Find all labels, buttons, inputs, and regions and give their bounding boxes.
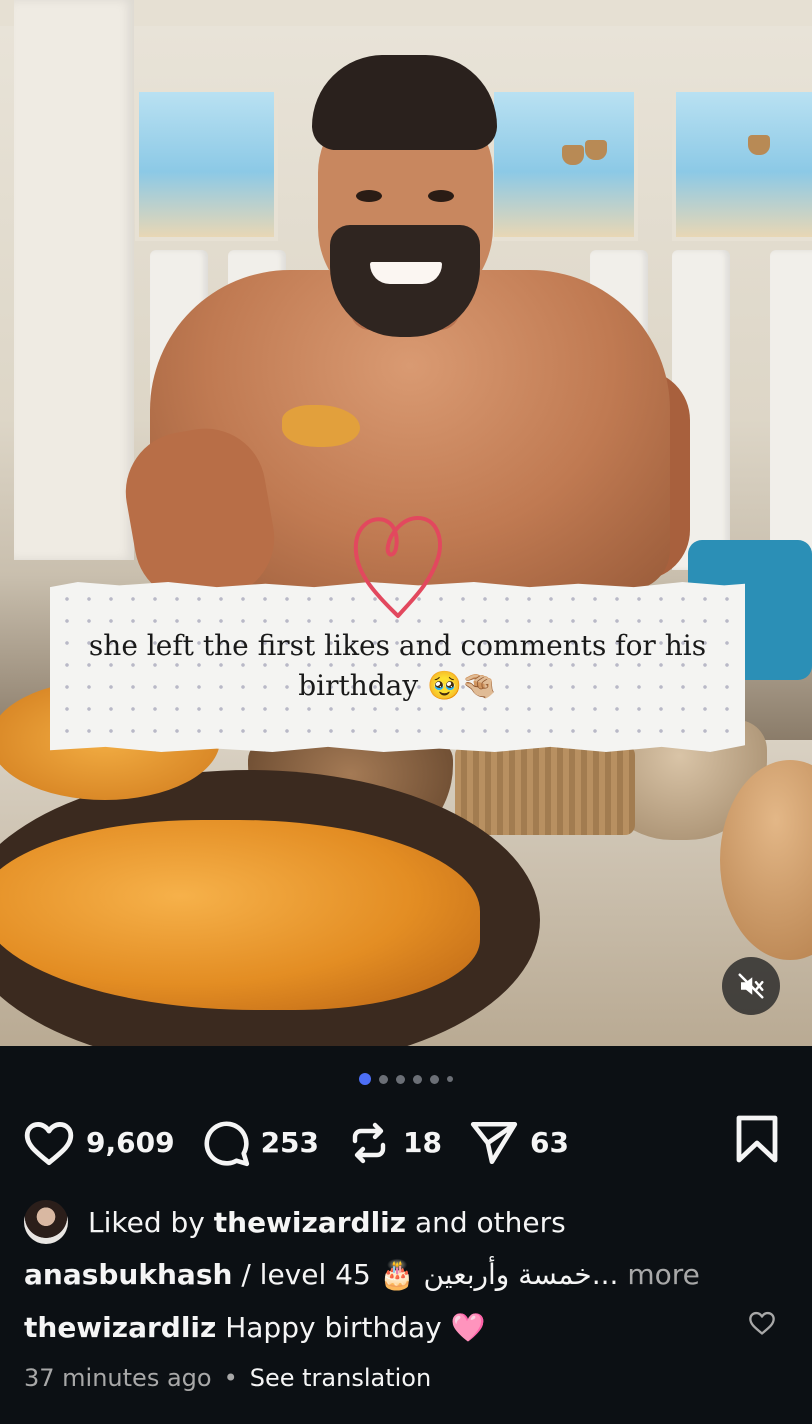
white-pillar [14, 0, 134, 560]
person-smile [370, 262, 442, 284]
carousel-dot [396, 1074, 405, 1084]
speaker-muted-icon [738, 973, 764, 999]
heart-icon [24, 1121, 74, 1165]
post-timestamp: 37 minutes ago [24, 1364, 212, 1392]
shares-count[interactable]: 63 [530, 1126, 569, 1159]
repost-button[interactable]: 18 [345, 1119, 442, 1167]
fence-plank [770, 250, 812, 570]
doodle-heart-icon [353, 516, 442, 618]
comment-text: Happy birthday 🩷 [225, 1311, 486, 1344]
avatar[interactable] [24, 1200, 68, 1244]
carousel-dot [447, 1076, 453, 1082]
caption-more-link[interactable]: more [627, 1258, 700, 1291]
person-hair [312, 55, 497, 150]
liked-by-suffix[interactable]: and others [415, 1206, 566, 1239]
caption-overlay-text: she left the first likes and comments fo… [88, 629, 707, 702]
post-meta: 37 minutes ago • See translation [24, 1364, 431, 1392]
person-eye [428, 190, 454, 202]
reposts-count[interactable]: 18 [403, 1126, 442, 1159]
comments-count[interactable]: 253 [261, 1126, 319, 1159]
background-window [135, 88, 278, 241]
hanging-lamp [748, 135, 770, 155]
carousel-dot [430, 1074, 439, 1084]
post-caption: anasbukhash / level 45 🎂 خمسة وأربعين...… [24, 1258, 700, 1291]
like-button[interactable]: 9,609 [22, 1119, 175, 1167]
see-translation-link[interactable]: See translation [250, 1364, 431, 1392]
carousel-dot [379, 1074, 388, 1084]
hanging-lamp [585, 140, 607, 160]
hanging-lamp [562, 145, 584, 165]
share-button[interactable]: 63 [468, 1118, 569, 1168]
liked-by-row[interactable]: Liked by thewizardliz and others [24, 1200, 566, 1244]
post-actions-bar: 9,609 253 18 63 [22, 1115, 595, 1170]
comment-like-heart-icon[interactable] [748, 1310, 776, 1336]
repost-icon [352, 1122, 386, 1163]
person-eye [356, 190, 382, 202]
comment-preview: thewizardliz Happy birthday 🩷 [24, 1311, 486, 1344]
comment-username[interactable]: thewizardliz [24, 1311, 216, 1344]
background-window [490, 88, 638, 241]
comment-button[interactable]: 253 [201, 1118, 319, 1168]
likes-count[interactable]: 9,609 [86, 1126, 175, 1159]
carousel-indicator [0, 1072, 812, 1086]
pastry [0, 820, 480, 1010]
carousel-dot [413, 1074, 422, 1084]
background-window [672, 88, 812, 241]
liked-by-username[interactable]: thewizardliz [214, 1206, 406, 1239]
pastry-in-hand [282, 405, 360, 447]
mute-button[interactable] [722, 957, 780, 1015]
comment-bubble-icon [204, 1120, 249, 1166]
liked-by-prefix: Liked by [88, 1205, 205, 1239]
post-media[interactable]: she left the first likes and comments fo… [0, 0, 812, 1046]
bookmark-icon[interactable] [735, 1115, 779, 1163]
carousel-dot-active [359, 1073, 371, 1085]
caption-username[interactable]: anasbukhash [24, 1258, 232, 1291]
wicker-basket [455, 745, 635, 835]
caption-text: / level 45 🎂 خمسة وأربعين... [241, 1258, 619, 1291]
meta-separator: • [223, 1364, 238, 1392]
send-icon [470, 1121, 518, 1164]
